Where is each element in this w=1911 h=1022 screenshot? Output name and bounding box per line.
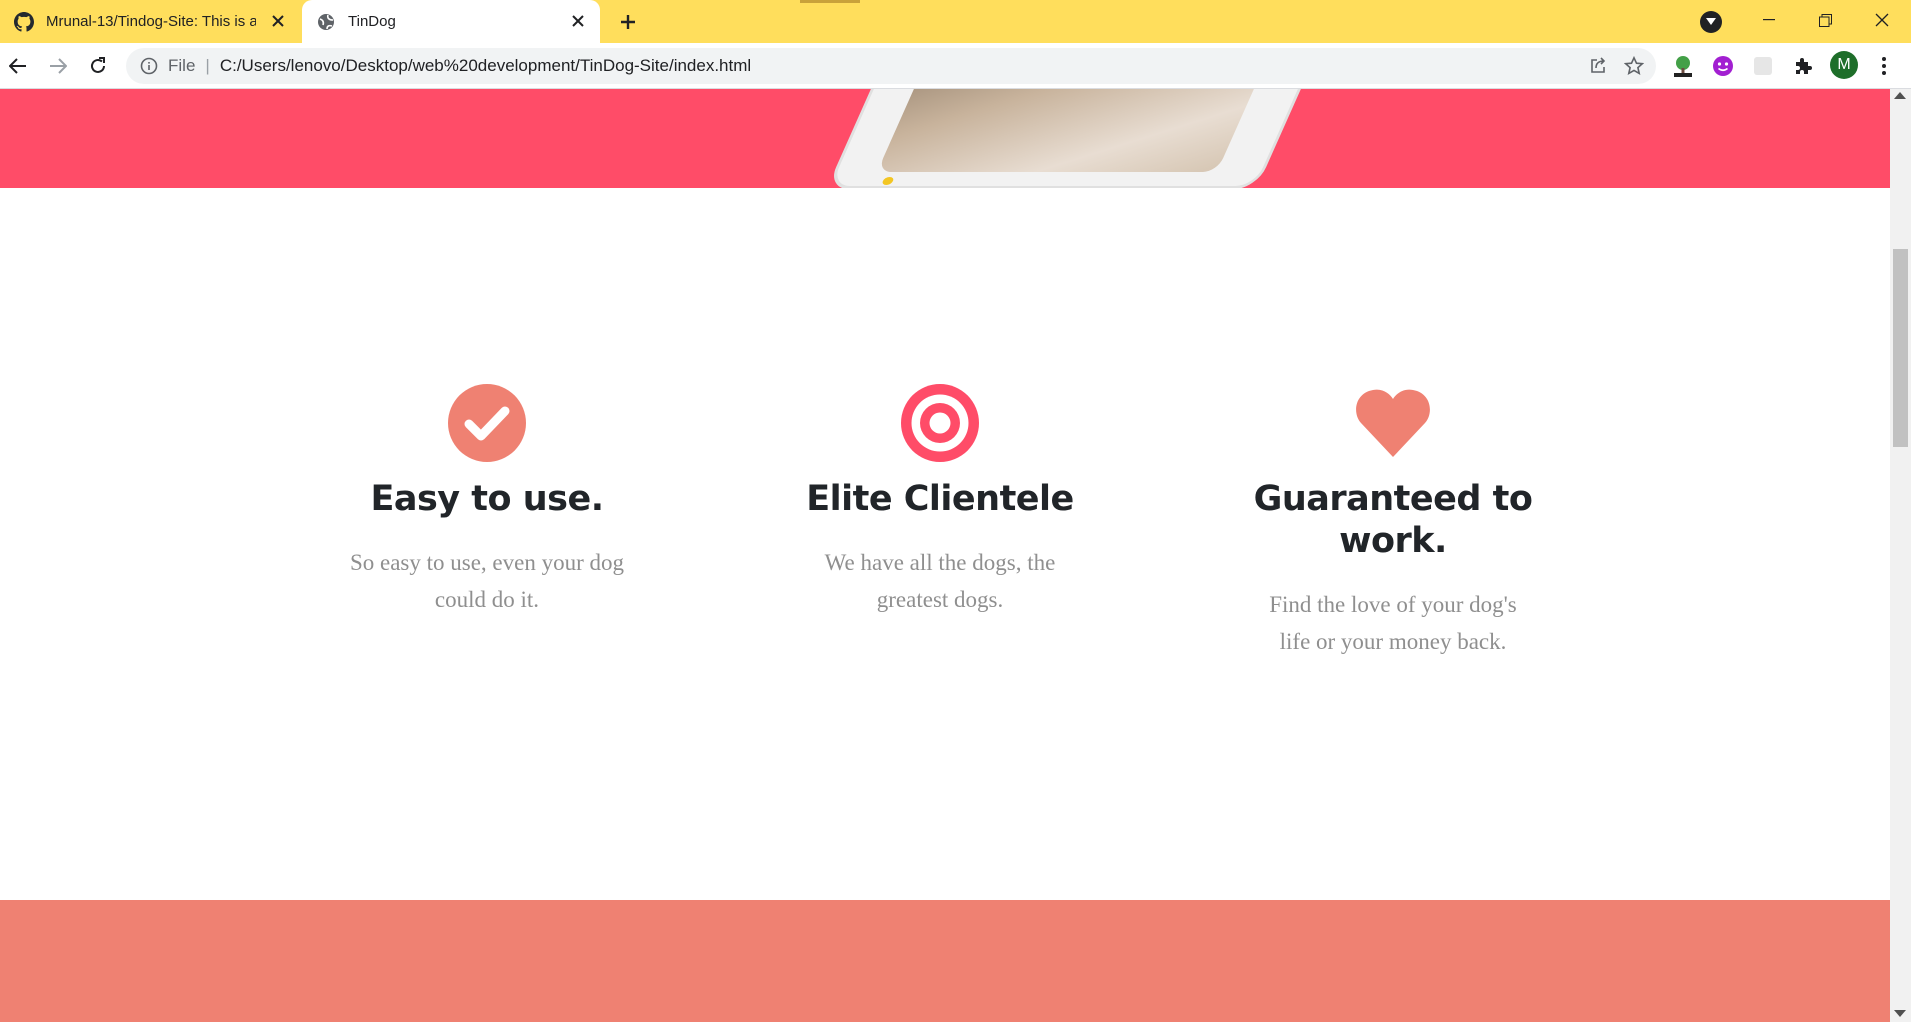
restore-icon: [1818, 13, 1832, 27]
feature-text: So easy to use, even your dog could do i…: [349, 550, 625, 612]
scrollbar-thumb[interactable]: [1893, 249, 1908, 447]
browser-menu-button[interactable]: [1872, 53, 1896, 79]
new-tab-button[interactable]: [615, 9, 641, 35]
title-section: [0, 89, 1890, 188]
tab-github[interactable]: Mrunal-13/Tindog-Site: This is a: [0, 0, 300, 43]
close-icon: [1875, 13, 1889, 27]
browser-tab-strip: Mrunal-13/Tindog-Site: This is a TinDog: [0, 0, 1911, 43]
feature-text: We have all the dogs, the greatest dogs.: [824, 550, 1056, 612]
minimize-icon: [1763, 19, 1775, 21]
star-icon[interactable]: [1624, 56, 1644, 76]
puzzle-icon: [1796, 58, 1812, 74]
back-button[interactable]: [4, 52, 32, 80]
feature-title: Elite Clientele: [806, 479, 1074, 519]
arrow-left-icon: [9, 58, 26, 74]
info-icon[interactable]: [140, 57, 158, 75]
feature-guaranteed: Guaranteed to work. Find the love of you…: [1213, 383, 1573, 660]
tab-strip-indicator: [800, 0, 860, 3]
close-icon: [572, 15, 584, 27]
features-section: Easy to use. So easy to use, even your d…: [0, 188, 1890, 900]
tab-close-button[interactable]: [568, 11, 588, 31]
close-icon: [272, 15, 284, 27]
check-circle-icon: [448, 384, 526, 462]
globe-icon: [318, 13, 334, 30]
forward-button[interactable]: [44, 52, 72, 80]
tab-title: TinDog: [348, 13, 396, 30]
tree-icon: [1674, 56, 1692, 77]
chevron-down-icon: [1706, 18, 1716, 25]
extension-grid-icon[interactable]: [1750, 53, 1776, 79]
tab-search-button[interactable]: [1700, 11, 1722, 33]
arrow-right-icon: [50, 58, 67, 74]
feature-title: Guaranteed to work.: [1253, 479, 1533, 561]
github-icon: [14, 11, 34, 32]
scroll-down-arrow[interactable]: [1894, 1010, 1906, 1017]
heart-icon: [1356, 389, 1430, 457]
profile-avatar[interactable]: M: [1830, 51, 1858, 79]
feature-easy-to-use: Easy to use. So easy to use, even your d…: [307, 383, 667, 618]
browser-toolbar: File | C:/Users/lenovo/Desktop/web%20dev…: [0, 43, 1911, 89]
bullseye-icon: [901, 384, 979, 462]
reload-button[interactable]: [84, 52, 112, 80]
reload-icon: [91, 57, 105, 73]
address-bar[interactable]: File | C:/Users/lenovo/Desktop/web%20dev…: [126, 48, 1656, 84]
plus-icon: [621, 15, 635, 29]
scheme-label: File: [168, 56, 196, 75]
smiley-icon: [1713, 56, 1733, 76]
share-icon[interactable]: [1588, 56, 1608, 76]
page-viewport: Easy to use. So easy to use, even your d…: [0, 89, 1890, 1022]
page-scrollbar[interactable]: [1890, 89, 1911, 1022]
window-close-button[interactable]: [1853, 0, 1911, 40]
extensions-button[interactable]: [1790, 53, 1816, 79]
feature-text: Find the love of your dog's life or your…: [1269, 592, 1517, 654]
url-text[interactable]: C:/Users/lenovo/Desktop/web%20developmen…: [220, 56, 751, 76]
dog-photo: [876, 89, 1280, 172]
extension-smiley-icon[interactable]: [1710, 53, 1736, 79]
tab-title: Mrunal-13/Tindog-Site: This is a: [46, 13, 256, 30]
restore-button[interactable]: [1796, 0, 1854, 40]
tab-tindog[interactable]: TinDog: [302, 0, 600, 43]
minimize-button[interactable]: [1740, 0, 1798, 40]
more-vertical-icon: [1882, 57, 1886, 75]
testimonials-section: [0, 900, 1890, 1022]
iphone-mockup-image: [826, 89, 1328, 188]
scheme-separator: |: [205, 56, 210, 75]
grid-icon: [1754, 57, 1772, 75]
scroll-up-arrow[interactable]: [1894, 92, 1906, 99]
extension-tree-icon[interactable]: [1670, 53, 1696, 79]
phone-button: [881, 177, 895, 185]
tab-close-button[interactable]: [268, 11, 288, 31]
feature-elite-clientele: Elite Clientele We have all the dogs, th…: [760, 383, 1120, 618]
feature-title: Easy to use.: [370, 479, 604, 519]
